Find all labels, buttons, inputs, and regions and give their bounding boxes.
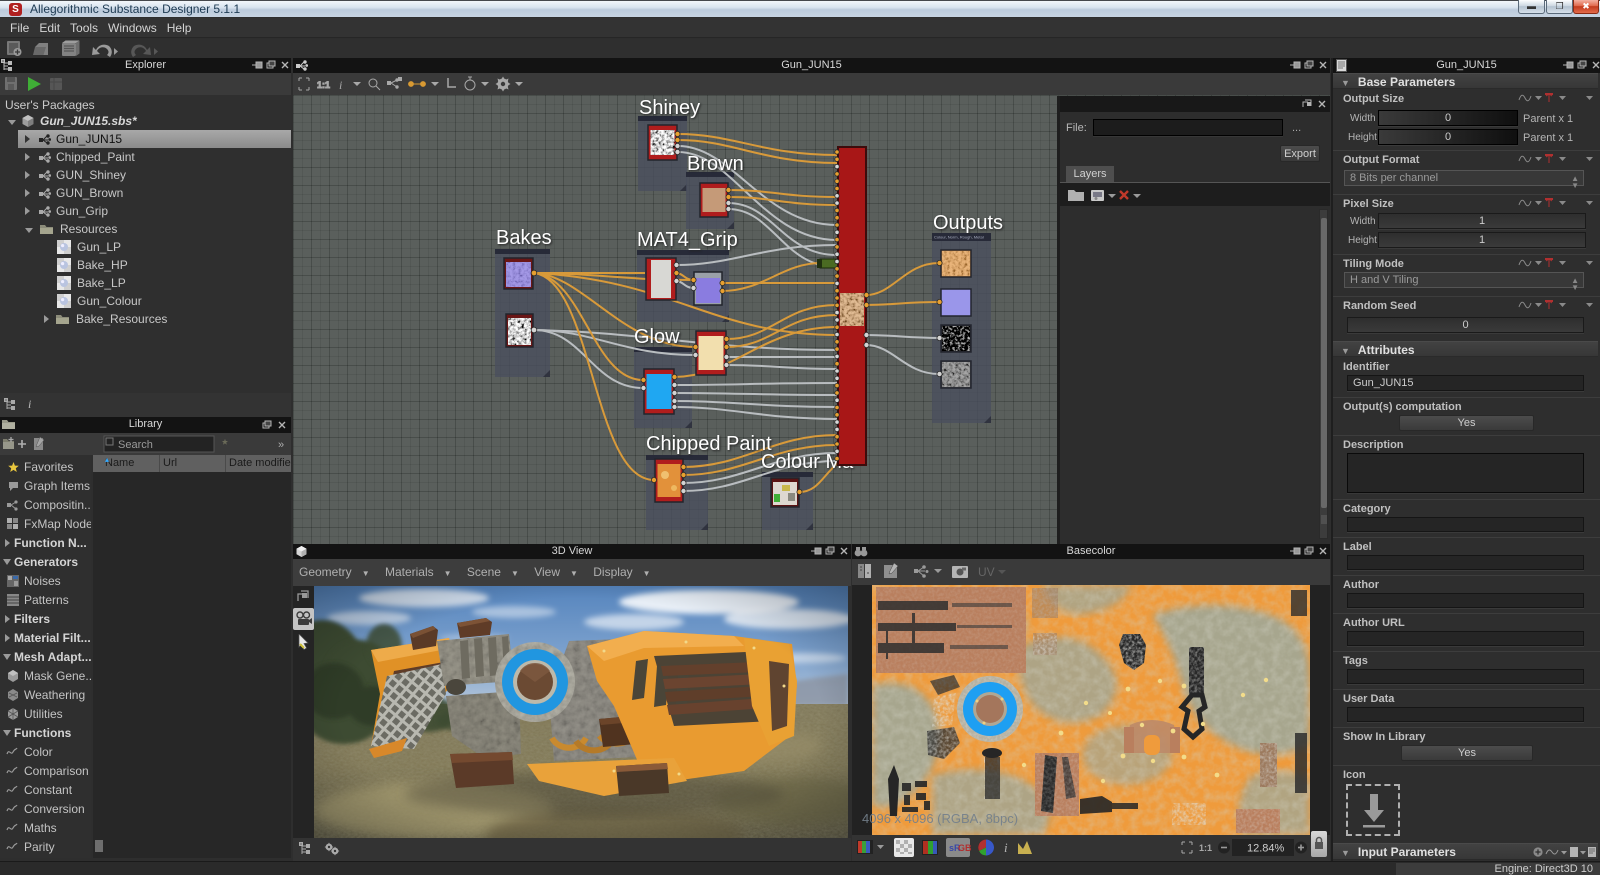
svg-text:1:1: 1:1: [317, 80, 330, 90]
svg-text:Search: Search: [118, 439, 153, 451]
svg-text:Shiney: Shiney: [639, 97, 700, 119]
svg-text:UV: UV: [978, 565, 995, 579]
svg-text:i: i: [1004, 840, 1008, 855]
svg-text:1:1: 1:1: [1199, 843, 1212, 853]
svg-text:Chipped Paint: Chipped Paint: [646, 433, 772, 455]
svg-text:GB: GB: [958, 843, 972, 853]
svg-text:Outputs: Outputs: [933, 212, 1003, 234]
svg-text:Glow: Glow: [634, 326, 680, 348]
svg-text:Bakes: Bakes: [496, 227, 552, 249]
svg-text:12.84%: 12.84%: [1247, 843, 1285, 855]
svg-text:»: »: [278, 439, 284, 451]
svg-text:i: i: [339, 78, 342, 92]
svg-text:Brown: Brown: [687, 153, 744, 175]
svg-text:MAT4_Grip: MAT4_Grip: [637, 229, 738, 251]
svg-text:Colour, Norm, Rough, Metal: Colour, Norm, Rough, Metal: [934, 235, 984, 240]
